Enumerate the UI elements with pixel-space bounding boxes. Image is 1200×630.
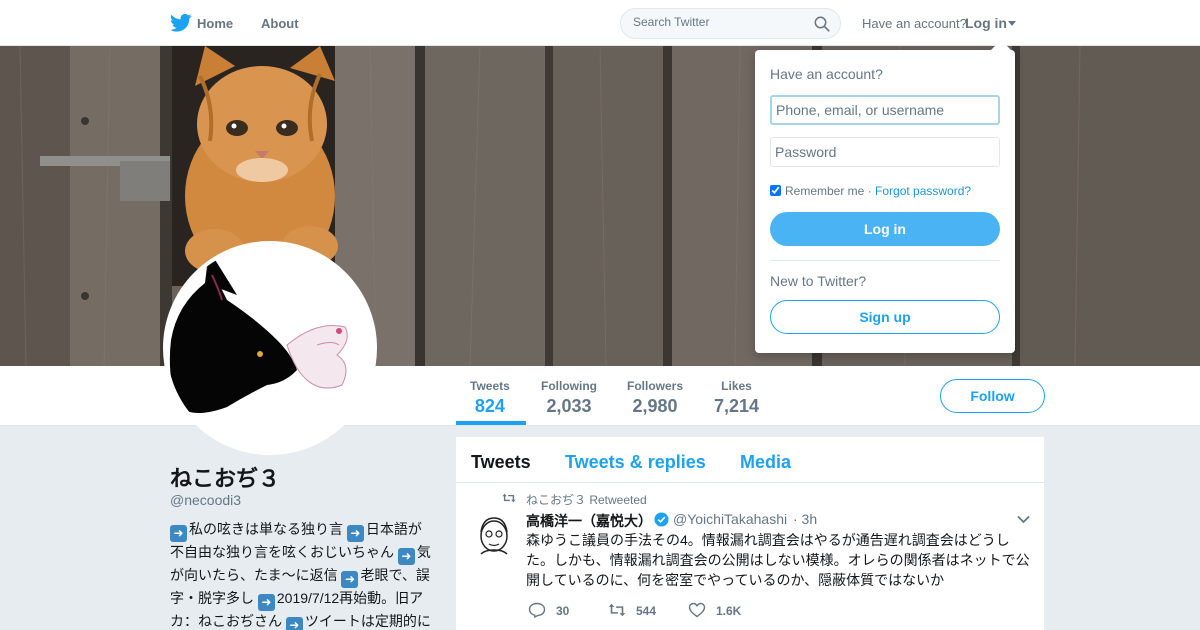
stat-label: Followers — [627, 379, 684, 393]
dropdown-title: Have an account? — [770, 66, 883, 82]
tab-media[interactable]: Media — [740, 452, 791, 473]
username-input[interactable] — [770, 95, 1000, 125]
forgot-password-link[interactable]: Forgot password? — [875, 184, 971, 198]
stat-value: 824 — [474, 396, 505, 416]
tweet-text: 森ゆうこ議員の手法その4。情報漏れ調査会はやるが通告遅れ調査会はどうした。しかも… — [526, 532, 1030, 588]
remember-checkbox[interactable] — [770, 185, 781, 196]
stat-following[interactable]: Following 2,033 — [541, 379, 597, 417]
new-to-twitter-text: New to Twitter? — [770, 273, 867, 289]
stat-likes[interactable]: Likes 7,214 — [714, 379, 759, 417]
stat-value: 2,980 — [632, 396, 678, 416]
arrow-right-icon: ➜ — [341, 571, 359, 588]
arrow-right-icon: ➜ — [170, 525, 187, 542]
arrow-right-icon: ➜ — [346, 525, 364, 542]
login-button[interactable]: Log in — [770, 212, 1000, 246]
chevron-down-icon[interactable] — [1017, 515, 1030, 524]
tab-tweets[interactable]: Tweets — [471, 452, 531, 473]
profile-bio: ➜ 私の呟きは単なる独り言 ➜ 日本語が不自由な独り言を呟くおじいちゃん ➜ 気が向い… — [170, 519, 432, 630]
caret-down-icon[interactable] — [1008, 21, 1016, 26]
arrow-right-icon: ➜ — [397, 548, 415, 565]
dropdown-caret — [991, 40, 1011, 50]
login-dropdown: Have an account? Remember me · Forgot pa… — [755, 50, 1015, 353]
tweet-time[interactable]: · 3h — [793, 511, 817, 527]
tweet-author-name[interactable]: 高橋洋一（嘉悦大） — [526, 511, 652, 531]
nav-about-link[interactable]: About — [261, 16, 299, 31]
stat-value: 2,033 — [546, 396, 592, 416]
timeline-tabs: Tweets Tweets & replies Media — [456, 437, 1044, 483]
follow-button[interactable]: Follow — [940, 379, 1045, 413]
bio-text: 私の呟きは単なる独り言 — [189, 521, 343, 537]
login-dropdown-toggle[interactable]: Log in — [965, 15, 1007, 31]
password-input[interactable] — [770, 137, 1000, 167]
like-count: 1.6K — [716, 604, 742, 618]
nav-home-link[interactable]: Home — [197, 16, 233, 31]
stat-tweets[interactable]: Tweets 824 — [470, 379, 510, 417]
stat-label: Tweets — [470, 379, 510, 393]
stat-value: 7,214 — [714, 396, 760, 416]
arrow-right-icon: ➜ — [257, 594, 275, 611]
reply-icon[interactable] — [528, 602, 546, 618]
profile-name[interactable]: ねこおぢ３ — [170, 461, 280, 493]
tweet-author-avatar[interactable] — [471, 512, 517, 558]
search-icon[interactable] — [814, 16, 830, 32]
tab-tweets-and-replies[interactable]: Tweets & replies — [565, 452, 706, 473]
signup-button[interactable]: Sign up — [770, 300, 1000, 334]
remember-label[interactable]: Remember me — [785, 184, 864, 198]
author-avatar-image — [471, 512, 517, 558]
search-box — [620, 8, 841, 39]
arrow-right-icon: ➜ — [285, 617, 303, 630]
retweeted-by-label[interactable]: ねこおぢ３ Retweeted — [526, 491, 647, 508]
black-cat-avatar-image — [167, 245, 373, 451]
profile-handle[interactable]: @necoodi3 — [170, 492, 241, 508]
stat-followers[interactable]: Followers 2,980 — [627, 379, 683, 417]
active-stat-underline — [456, 421, 526, 425]
stat-label: Likes — [721, 379, 752, 393]
separator-dot: · — [864, 184, 876, 198]
stat-label: Following — [541, 379, 597, 393]
search-input[interactable] — [633, 15, 803, 29]
tweet-author-handle[interactable]: @YoichiTakahashi — [673, 511, 787, 527]
heart-icon[interactable] — [688, 602, 706, 618]
remember-row: Remember me · Forgot password? — [770, 184, 971, 198]
top-nav: Home About Have an account? Log in — [0, 0, 1200, 46]
verified-badge-icon — [654, 512, 669, 527]
reply-count: 30 — [556, 604, 570, 618]
dropdown-divider — [770, 260, 1000, 261]
profile-avatar[interactable] — [163, 241, 377, 455]
twitter-bird-icon[interactable] — [170, 13, 192, 33]
retweet-small-icon — [502, 493, 516, 503]
have-account-text: Have an account? — [862, 16, 967, 31]
retweet-icon[interactable] — [608, 602, 626, 618]
retweet-count: 544 — [636, 604, 657, 618]
